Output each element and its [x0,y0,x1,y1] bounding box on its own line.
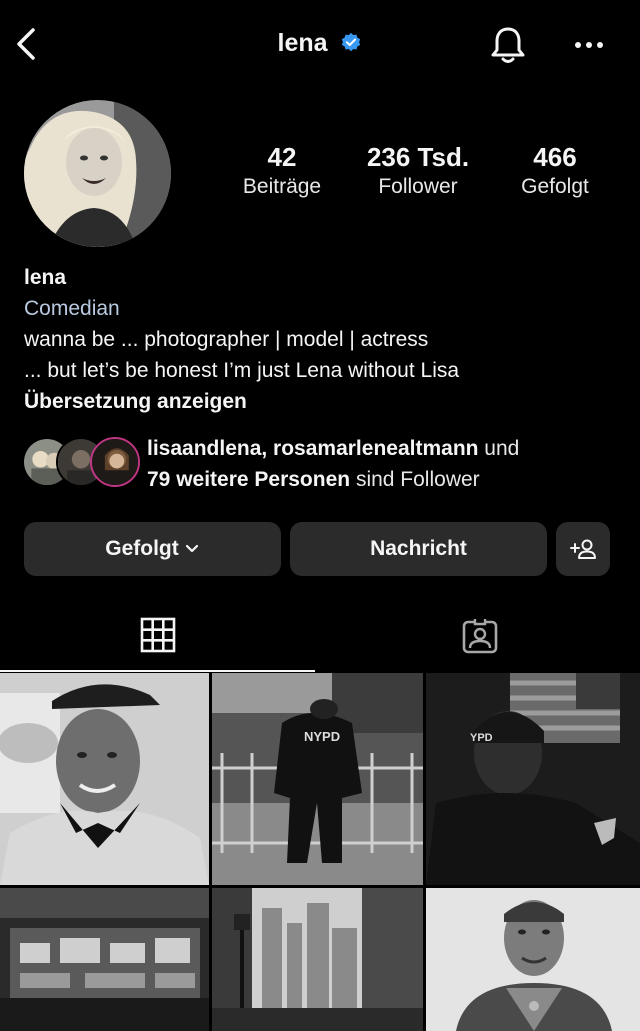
profile-title: lena [0,28,640,58]
posts-grid: NYPD YPD [0,673,640,1031]
profile-category: Comedian [24,297,120,320]
mutual-suffix: sind Follower [350,468,480,491]
message-button[interactable]: Nachricht [290,522,547,576]
tagged-person-icon [462,619,498,654]
mutual-avatars [22,437,140,491]
stat-posts[interactable]: 42 Beiträge [226,142,338,202]
grid-icon [140,617,175,653]
chevron-down-icon [185,544,198,553]
mutual-avatar [90,437,140,487]
post-thumbnail[interactable]: YPD [426,673,640,885]
add-user-icon [570,539,596,559]
bell-icon [491,27,525,63]
more-horizontal-icon [575,42,603,48]
username-title: lena [277,28,328,57]
posts-label: Beiträge [242,175,322,198]
more-options-button[interactable] [572,30,606,60]
top-bar: lena [0,0,640,90]
stat-following[interactable]: 466 Gefolgt [502,142,608,202]
mutual-followers[interactable]: lisaandlena, rosamarlenealtmann und 79 w… [22,433,622,495]
followers-count: 236 Tsd. [366,142,470,172]
post-thumbnail[interactable] [426,888,640,1031]
post-thumbnail[interactable]: NYPD [212,673,423,885]
tab-posts-grid[interactable] [0,600,315,672]
mutual-others: 79 weitere Personen [147,468,351,491]
stat-followers[interactable]: 236 Tsd. Follower [352,142,484,202]
tab-tagged[interactable] [320,600,640,672]
post-thumbnail[interactable] [0,673,209,885]
bio-line-2: ... but let’s be honest I’m just Lena wi… [24,359,460,382]
following-button[interactable]: Gefolgt [24,522,281,576]
translate-link[interactable]: Übersetzung anzeigen [24,386,624,417]
following-count: 466 [533,142,577,172]
notification-button[interactable] [488,24,528,66]
profile-tabs [0,600,640,672]
message-button-label: Nachricht [370,537,467,560]
post-thumbnail[interactable] [212,888,423,1031]
mutual-names: lisaandlena, rosamarlenealtmann [147,437,479,460]
profile-avatar[interactable] [24,100,171,247]
post-thumbnail[interactable] [0,888,209,1031]
following-button-label: Gefolgt [105,537,179,560]
mutual-and: und [478,437,520,460]
verified-badge-icon [342,33,361,52]
posts-count: 42 [267,142,297,172]
followers-label: Follower [378,175,458,198]
avatar-image [24,100,171,247]
profile-bio: lena Comedian wanna be ... photographer … [24,262,624,417]
bio-line-1: wanna be ... photographer | model | actr… [24,328,429,351]
svg-text:YPD: YPD [470,732,493,744]
profile-name: lena [24,266,67,289]
svg-text:NYPD: NYPD [304,729,340,744]
following-label: Gefolgt [521,175,589,198]
mutual-followers-text: lisaandlena, rosamarlenealtmann und 79 w… [147,433,519,495]
add-user-button[interactable] [556,522,610,576]
